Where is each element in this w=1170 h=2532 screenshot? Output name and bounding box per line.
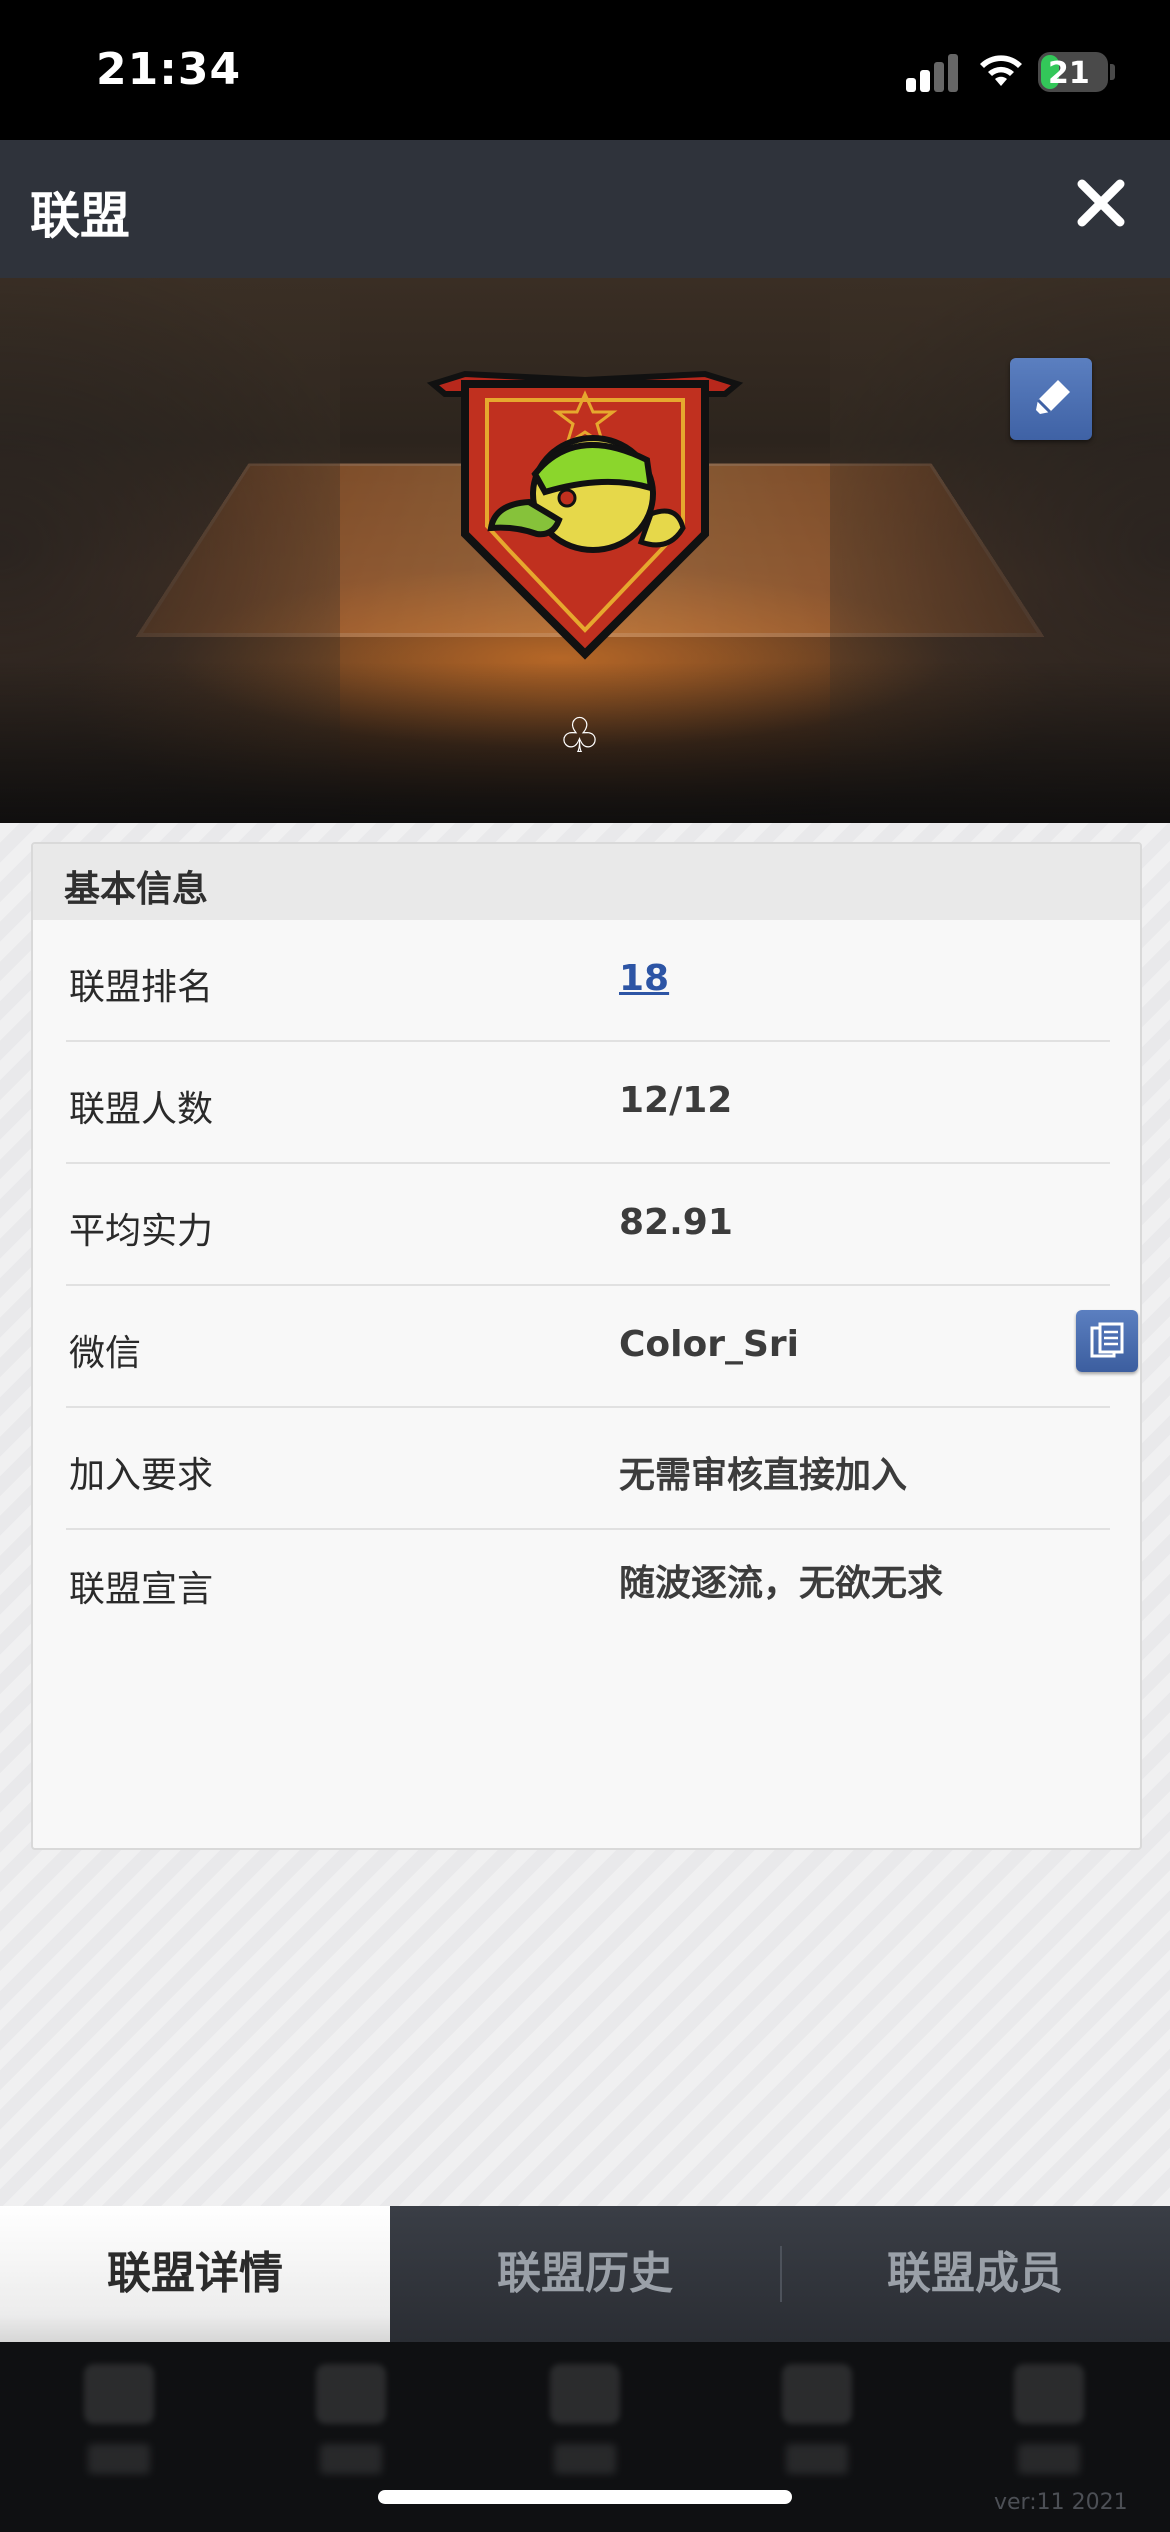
edit-button[interactable] (1010, 358, 1092, 440)
battery-icon: 21 (1038, 52, 1108, 92)
row-value: 无需审核直接加入 (619, 1455, 908, 1496)
row-value: 12/12 (619, 1080, 733, 1121)
league-emblem (426, 370, 744, 660)
copy-button[interactable] (1076, 1310, 1138, 1372)
row-label: 联盟人数 (69, 1089, 214, 1130)
info-row-avg-strength: 平均实力 82.91 (66, 1164, 1110, 1286)
row-value: Color_Sri (619, 1324, 799, 1365)
tab-label: 联盟详情 (107, 2248, 283, 2299)
page-title: 联盟 (30, 187, 130, 245)
info-row-join-requirement: 加入要求 无需审核直接加入 (66, 1408, 1110, 1530)
club-suit-icon: ♧ (558, 708, 602, 764)
wifi-icon (980, 55, 1022, 86)
row-value: 82.91 (619, 1202, 733, 1243)
copy-icon (1090, 1322, 1124, 1358)
tab-league-members[interactable]: 联盟成员 (780, 2206, 1170, 2342)
status-time: 21:34 (96, 44, 242, 95)
version-label: ver:11 2021 (994, 2490, 1128, 2515)
league-banner: ♧ (0, 278, 1170, 823)
ranking-link[interactable]: 18 (619, 958, 669, 999)
cellular-signal-icon (906, 52, 960, 92)
battery-level: 21 (1048, 56, 1090, 91)
row-label: 平均实力 (69, 1211, 214, 1252)
row-label: 加入要求 (69, 1455, 214, 1496)
row-label: 联盟排名 (69, 967, 214, 1008)
panel-header: 基本信息 (33, 844, 1140, 920)
panel-title: 基本信息 (64, 869, 209, 910)
row-value: 随波逐流，无欲无求 (619, 1563, 944, 1604)
close-icon[interactable] (1068, 170, 1134, 236)
home-indicator[interactable] (378, 2490, 792, 2504)
tab-league-details[interactable]: 联盟详情 (0, 2206, 390, 2342)
basic-info-panel: 基本信息 联盟排名 18 联盟人数 12/12 平均实力 82.91 微信 Co… (31, 842, 1142, 1850)
pencil-icon (1036, 380, 1070, 414)
row-label: 微信 (69, 1333, 142, 1374)
content-area: 基本信息 联盟排名 18 联盟人数 12/12 平均实力 82.91 微信 Co… (0, 823, 1170, 2206)
info-row-wechat: 微信 Color_Sri (66, 1286, 1138, 1408)
nav-item-placeholder (1004, 2364, 1094, 2484)
app-header: 联盟 (0, 140, 1170, 278)
nav-item-placeholder (540, 2364, 630, 2484)
nav-item-placeholder (74, 2364, 164, 2484)
tab-bar: 联盟详情 联盟历史 联盟成员 (0, 2206, 1170, 2342)
info-row-declaration: 联盟宣言 随波逐流，无欲无求 (66, 1530, 1110, 1652)
info-row-members: 联盟人数 12/12 (66, 1042, 1110, 1164)
nav-item-placeholder (306, 2364, 396, 2484)
nav-item-placeholder (772, 2364, 862, 2484)
tab-label: 联盟成员 (887, 2248, 1063, 2299)
row-label: 联盟宣言 (69, 1569, 214, 1610)
info-row-ranking: 联盟排名 18 (66, 920, 1110, 1042)
tab-league-history[interactable]: 联盟历史 (390, 2206, 780, 2342)
status-bar: 21:34 21 (0, 0, 1170, 140)
tab-label: 联盟历史 (497, 2248, 673, 2299)
